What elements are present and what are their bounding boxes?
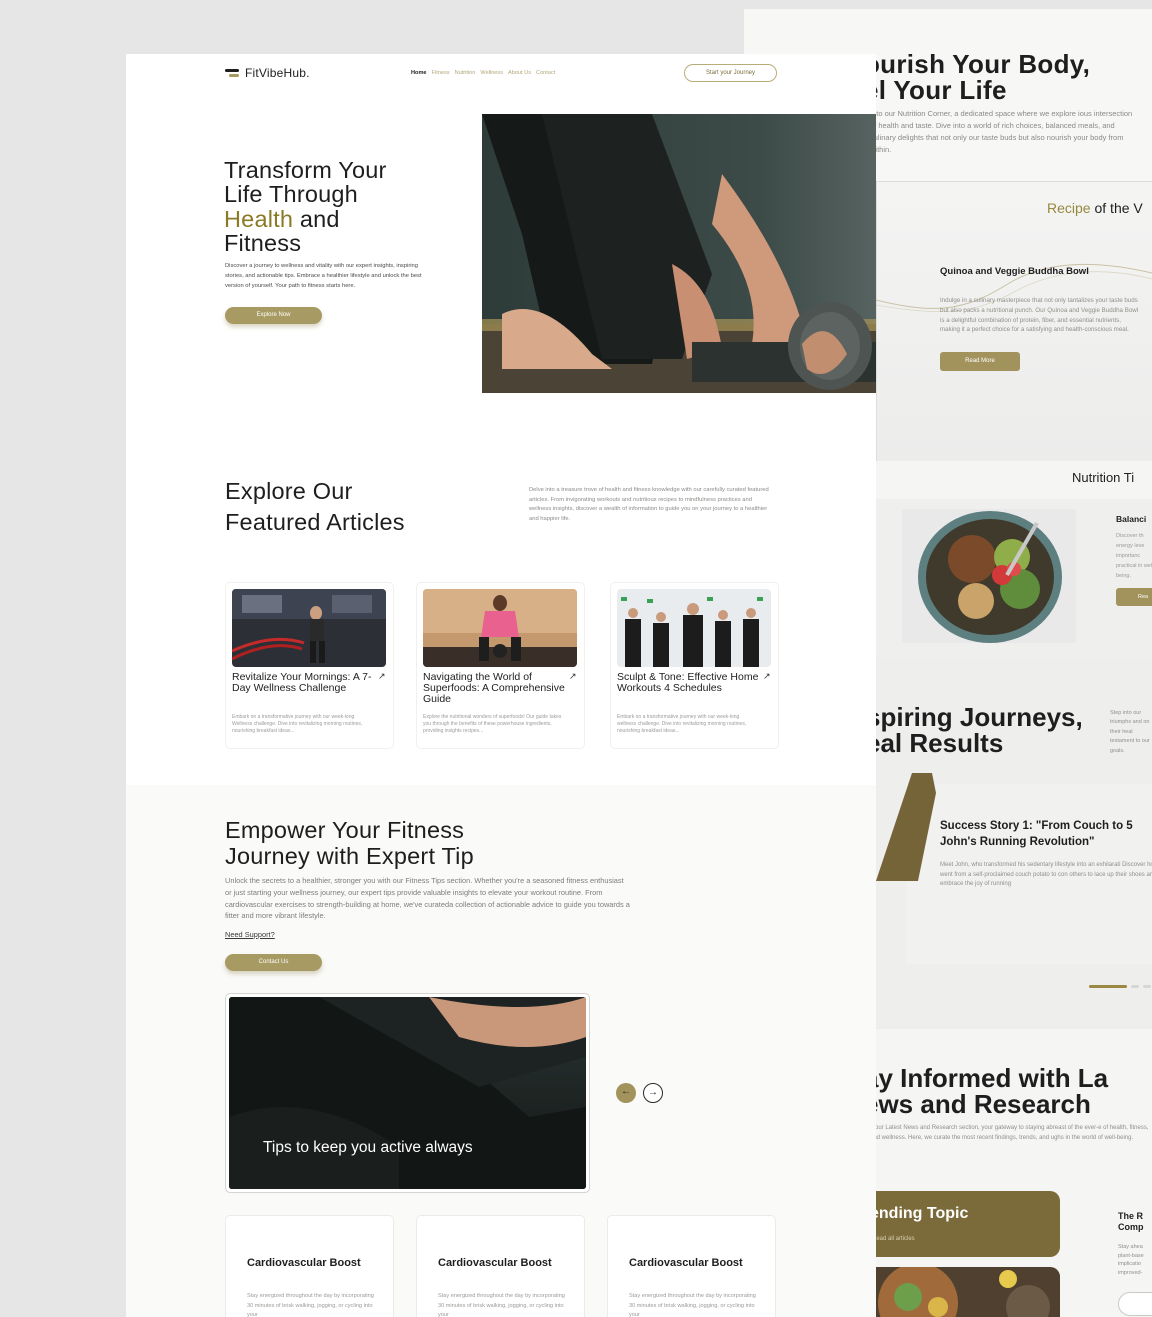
dot[interactable] xyxy=(1143,985,1151,988)
nav-home[interactable]: Home xyxy=(411,70,427,76)
hero-title-line4: Fitness xyxy=(224,229,302,256)
recipe-heading: Recipe of the V xyxy=(1047,200,1143,216)
recipe-title: Quinoa and Veggie Buddha Bowl xyxy=(940,266,1089,277)
hero-title-line1: Transform Your xyxy=(224,157,387,183)
nutrition-hero-title: ourish Your Body, el Your Life xyxy=(864,51,1152,103)
nav-about-us[interactable]: About Us xyxy=(508,70,531,76)
article-desc: Embark on a transformative journey with … xyxy=(232,714,363,735)
logo[interactable]: FitVibeHub. xyxy=(225,66,310,80)
salad-bowl-image xyxy=(902,509,1076,643)
tip-card-desc: Stay energized throughout the day by inc… xyxy=(247,1293,374,1317)
tip-card-title: Cardiovascular Boost xyxy=(629,1257,743,1269)
tip-card[interactable]: Cardiovascular Boost Stay energized thro… xyxy=(416,1215,585,1317)
tips-desc: Unlock the secrets to a healthier, stron… xyxy=(225,876,630,921)
article-title: Revitalize Your Mornings: A 7-Day Wellne… xyxy=(232,671,372,694)
journeys-title-line2: eal Results xyxy=(866,728,1004,758)
featured-title-line1: Explore Our xyxy=(225,478,353,504)
trending-title: ending Topic xyxy=(870,1205,969,1222)
nutrition-title-line1: ourish Your Body, xyxy=(864,49,1091,79)
hero-title: Transform Your Life Through Health and F… xyxy=(224,158,464,255)
nutrition-title-line2: el Your Life xyxy=(864,75,1007,105)
dot[interactable] xyxy=(1131,985,1139,988)
tips-title-line2: Journey with Expert Tip xyxy=(225,843,474,869)
tip-card-title: Cardiovascular Boost xyxy=(247,1257,361,1269)
hero-desc: Discover a journey to wellness and vital… xyxy=(225,263,422,289)
recipe-read-more-button[interactable]: Read More xyxy=(940,352,1020,371)
tip-card-title: Cardiovascular Boost xyxy=(438,1257,552,1269)
tip-card[interactable]: Cardiovascular Boost Stay energized thro… xyxy=(607,1215,776,1317)
article-image-battle-ropes xyxy=(232,589,386,667)
contact-us-button[interactable]: Contact Us xyxy=(225,954,322,971)
nav-nutrition[interactable]: Nutrition xyxy=(455,70,476,76)
recipe-heading-accent: Recipe xyxy=(1047,200,1091,216)
explore-now-button[interactable]: Explore Now xyxy=(225,307,322,324)
home-page: FitVibeHub. Home Fitness Nutrition Welln… xyxy=(126,54,876,1317)
tips-slide-image: Tips to keep you active always xyxy=(229,997,586,1189)
article-image-group-workout xyxy=(617,589,771,667)
story-title: Success Story 1: "From Couch to 5 John's… xyxy=(940,820,1133,848)
logo-icon xyxy=(225,68,241,78)
arrow-up-right-icon[interactable]: ↗ xyxy=(763,671,771,682)
featured-title-line2: Featured Articles xyxy=(225,509,405,535)
article-card[interactable]: Revitalize Your Mornings: A 7-Day Wellne… xyxy=(225,582,394,749)
journeys-title: spiring Journeys, eal Results xyxy=(866,704,1106,756)
hero-title-line3: Health and xyxy=(224,205,464,232)
hero-title-accent: Health xyxy=(224,205,294,232)
news-title-line2: ews and Research xyxy=(864,1089,1091,1119)
tip-card[interactable]: Cardiovascular Boost Stay energized thro… xyxy=(225,1215,394,1317)
journeys-desc: Step into our triumphs and on their heal… xyxy=(1110,710,1150,754)
article-desc: Explore the nutritional wonders of super… xyxy=(423,714,562,735)
arrow-up-right-icon[interactable]: ↗ xyxy=(569,671,577,682)
story-desc: Meet John, who transformed his sedentary… xyxy=(940,862,1152,888)
article-image-kettlebell xyxy=(423,589,577,667)
nav-fitness[interactable]: Fitness xyxy=(432,70,450,76)
featured-desc: Delve into a treasure trove of health an… xyxy=(529,487,769,522)
dot-active[interactable] xyxy=(1089,985,1127,988)
news-side-title: The R Comp xyxy=(1118,1211,1144,1232)
nutrition-hero-desc: e to our Nutrition Corner, a dedicated s… xyxy=(870,109,1133,154)
news-side-button[interactable] xyxy=(1118,1292,1152,1316)
trending-topic-card[interactable]: ending Topic Read all articles xyxy=(858,1191,1060,1257)
news-side-text: Stay ahea plant-base implicatio improved… xyxy=(1118,1244,1144,1276)
nav-contact[interactable]: Contact xyxy=(536,70,555,76)
nav-links: Home Fitness Nutrition Wellness About Us… xyxy=(411,70,555,76)
need-support-link[interactable]: Need Support? xyxy=(225,930,275,939)
tip-card-desc: Stay energized throughout the day by inc… xyxy=(438,1293,565,1317)
hero-title-line3-rest: and xyxy=(293,205,340,232)
featured-title: Explore Our Featured Articles xyxy=(225,476,505,538)
arrow-up-right-icon[interactable]: ↗ xyxy=(378,671,386,682)
tip-card-desc: Stay energized throughout the day by inc… xyxy=(629,1293,756,1317)
news-desc: o our Latest News and Research section, … xyxy=(870,1125,1149,1141)
article-card[interactable]: Navigating the World of Superfoods: A Co… xyxy=(416,582,585,749)
arrow-right-icon[interactable]: → xyxy=(643,1083,663,1103)
article-title: Navigating the World of Superfoods: A Co… xyxy=(423,671,565,705)
news-title-line1: ay Informed with La xyxy=(864,1063,1109,1093)
article-title: Sculpt & Tone: Effective Home Workouts 4… xyxy=(617,671,759,694)
logo-text: FitVibeHub. xyxy=(245,66,310,80)
news-title: ay Informed with La ews and Research xyxy=(864,1065,1152,1117)
tips-slide-caption: Tips to keep you active always xyxy=(263,1139,473,1156)
top-nav: FitVibeHub. Home Fitness Nutrition Welln… xyxy=(126,54,876,96)
nutrition-tip-label: Balanci xyxy=(1116,514,1147,524)
recipe-desc: Indulge in a culinary masterpiece that n… xyxy=(940,297,1139,334)
hero-title-line2: Life Through xyxy=(224,181,358,208)
decorative-shape xyxy=(876,773,936,881)
article-desc: Embark on a transformative journey with … xyxy=(617,714,747,735)
start-journey-button[interactable]: Start your Journey xyxy=(684,64,777,82)
read-all-articles-link[interactable]: Read all articles xyxy=(872,1236,915,1242)
tips-title: Empower Your Fitness Journey with Expert… xyxy=(225,817,585,869)
journeys-title-line1: spiring Journeys, xyxy=(866,702,1083,732)
arrow-left-icon[interactable]: ← xyxy=(616,1083,636,1103)
yoga-mat-image xyxy=(482,114,876,393)
article-card[interactable]: Sculpt & Tone: Effective Home Workouts 4… xyxy=(610,582,779,749)
nutrition-tip-text: Discover th energy leve importanc practi… xyxy=(1116,533,1152,579)
tips-title-line1: Empower Your Fitness xyxy=(225,817,465,843)
nutrition-tips-heading: Nutrition Ti xyxy=(1072,470,1135,485)
nutrition-tip-button[interactable]: Rea xyxy=(1116,588,1152,606)
nav-wellness[interactable]: Wellness xyxy=(480,70,503,76)
food-image xyxy=(858,1267,1060,1317)
tips-slide[interactable]: Tips to keep you active always xyxy=(225,993,590,1193)
carousel-dots[interactable] xyxy=(1089,985,1151,988)
recipe-heading-rest: of the V xyxy=(1094,200,1143,216)
